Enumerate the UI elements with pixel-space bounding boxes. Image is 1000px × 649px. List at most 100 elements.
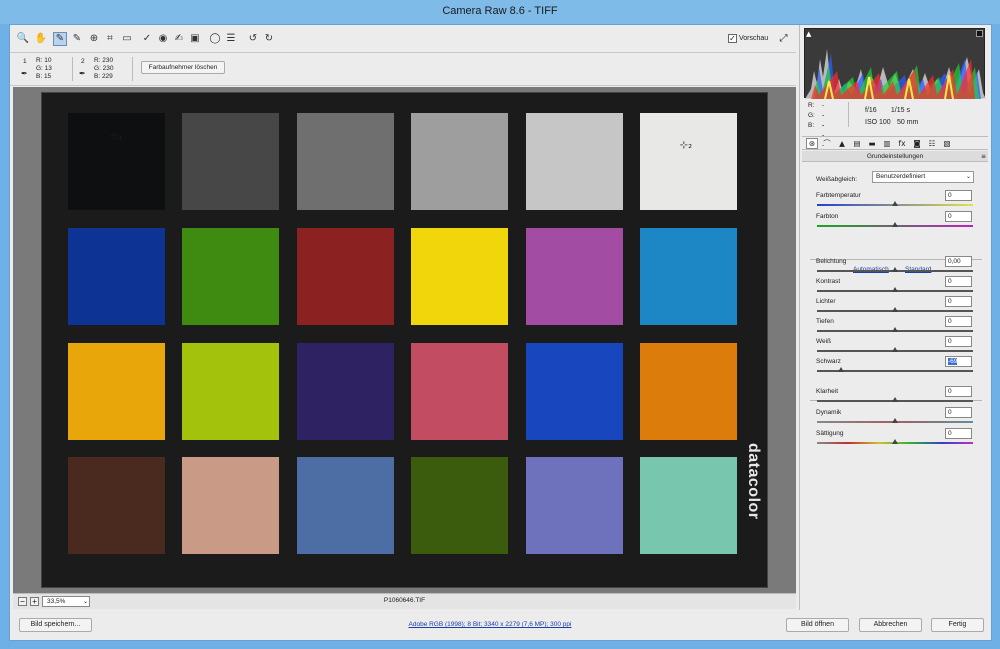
blacks-value-field[interactable]: -69 [945,356,972,367]
shutter-speed: 1/15 s [890,107,910,114]
image-preview[interactable]: ⊹₁ ⊹₂ datacolor [13,87,796,593]
color-sampler-bar: 1 ✒ R: 10 G: 13 B: 15 2 ✒ R: 230 G: 230 … [10,54,796,86]
spot-removal-tool-icon[interactable]: ✓ [140,32,154,46]
shadows-value-field[interactable]: 0 [945,316,972,327]
tab-camera-calibration[interactable]: ◙ [911,138,923,149]
zoom-tool-icon[interactable]: 🔍 [16,32,30,46]
vibrance-slider-thumb[interactable] [892,418,898,423]
save-image-button[interactable]: Bild speichern... [19,618,92,632]
saturation-slider-thumb[interactable] [892,439,898,444]
color-patch [297,113,394,210]
blacks-value-text: -69 [948,358,958,365]
color-patch [182,228,279,325]
tab-split-toning[interactable]: ▬ [866,138,878,149]
white-balance-tool-icon[interactable]: ✎ [53,32,67,46]
tint-slider-thumb[interactable] [892,222,898,227]
panel-menu-icon[interactable]: ≡ [981,151,986,162]
clarity-label: Klarheit [816,388,839,395]
adjustment-brush-icon[interactable]: ✍ [172,32,186,46]
tab-detail[interactable]: ▲ [836,138,848,149]
hand-tool-icon[interactable]: ✋ [34,32,48,46]
highlights-slider-thumb[interactable] [892,307,898,312]
vibrance-label: Dynamik [816,409,842,416]
highlights-value-field[interactable]: 0 [945,296,972,307]
histogram-graph [805,49,986,100]
radial-filter-icon[interactable]: ◯ [208,32,222,46]
color-patch [640,113,737,210]
rotate-left-icon[interactable]: ↺ [246,32,260,46]
highlights-label: Lichter [816,298,836,305]
crop-tool-icon[interactable]: ⌗ [103,32,117,46]
workflow-options-link[interactable]: Adobe RGB (1998); 8 Bit; 3340 x 2279 (7,… [390,621,590,628]
tab-tone-curve[interactable]: ⌒ [821,138,833,149]
eyedropper-icon: ✒ [79,69,86,78]
histogram: ▲ [804,28,986,100]
rotate-right-icon[interactable]: ↻ [262,32,276,46]
whites-slider-thumb[interactable] [892,347,898,352]
color-patch [411,113,508,210]
color-patch [182,113,279,210]
exposure-slider-thumb[interactable] [892,267,898,272]
iso: ISO 100 [865,119,891,126]
rgb-readout: R: --- G: --- B: --- [808,101,824,149]
open-image-button[interactable]: Bild öffnen [786,618,849,632]
panel-title: Grundeinstellungen [866,153,924,160]
sampler-2-r: R: 230 [94,57,114,64]
clarity-value-field[interactable]: 0 [945,386,972,397]
temperature-slider-thumb[interactable] [892,201,898,206]
targeted-adjustment-tool-icon[interactable]: ⊕ [87,32,101,46]
preview-toggle[interactable]: ✓ Vorschau [728,34,768,43]
done-button[interactable]: Fertig [931,618,984,632]
clear-samplers-button[interactable]: Farbaufnehmer löschen [141,61,225,74]
cancel-button[interactable]: Abbrechen [859,618,922,632]
preview-checkbox[interactable]: ✓ [728,34,737,43]
sampler-divider [132,57,133,81]
highlight-clipping-icon[interactable] [976,30,983,37]
tab-hsl[interactable]: ▤ [851,138,863,149]
tab-basic[interactable]: ⊛ [806,138,818,149]
shadow-clipping-icon[interactable]: ▲ [806,30,811,38]
shadows-label: Tiefen [816,318,834,325]
temperature-value-field[interactable]: 0 [945,190,972,201]
white-balance-select[interactable]: Benutzerdefiniert ⌄ [872,171,974,183]
focal-length: 50 mm [897,119,919,126]
shadows-slider-thumb[interactable] [892,327,898,332]
color-sampler-2-marker[interactable]: ⊹₂ [679,139,693,153]
red-eye-tool-icon[interactable]: ◉ [156,32,170,46]
color-patch [411,457,508,554]
contrast-value-field[interactable]: 0 [945,276,972,287]
tab-snapshots[interactable]: ▧ [941,138,953,149]
tint-value-field[interactable]: 0 [945,211,972,222]
color-patch [411,343,508,440]
straighten-tool-icon[interactable]: ▭ [120,32,134,46]
whites-value-field[interactable]: 0 [945,336,972,347]
camera-raw-window: ✓ Vorschau ⤢ 🔍 ✋ ✎ ✎ ⊕ ⌗ ▭ ✓ ◉ ✍ ▣ ◯ ☰ ↺ ↻ 1 ✒ R: 10 G… [9,24,992,641]
clarity-slider-thumb[interactable] [892,397,898,402]
fullscreen-icon[interactable]: ⤢ [777,32,790,45]
color-patch [526,113,623,210]
color-patch [297,457,394,554]
exposure-value-field[interactable]: 0,00 [945,256,972,267]
tab-presets[interactable]: ☷ [926,138,938,149]
bottom-bar: Bild speichern... Adobe RGB (1998); 8 Bi… [10,612,991,640]
tint-label: Farbton [816,213,839,220]
temperature-label: Farbtemperatur [816,192,861,199]
contrast-slider-thumb[interactable] [892,287,898,292]
color-patch [526,228,623,325]
blacks-slider-thumb[interactable] [838,367,845,372]
color-sampler-tool-icon[interactable]: ✎ [70,32,84,46]
color-patch [640,228,737,325]
readout-r-label: R: [808,102,815,109]
sampler-1-g: G: 13 [36,65,52,72]
sampler-2-g: G: 230 [94,65,114,72]
tab-lens-corrections[interactable]: ▥ [881,138,893,149]
saturation-value-field[interactable]: 0 [945,428,972,439]
tab-effects[interactable]: fx [896,138,908,149]
color-patch [68,457,165,554]
graduated-filter-icon[interactable]: ▣ [188,32,202,46]
whites-label: Weiß [816,338,832,345]
exposure-label: Belichtung [816,258,847,265]
preferences-icon[interactable]: ☰ [224,32,238,46]
color-sampler-1-marker[interactable]: ⊹₁ [109,130,123,144]
vibrance-value-field[interactable]: 0 [945,407,972,418]
